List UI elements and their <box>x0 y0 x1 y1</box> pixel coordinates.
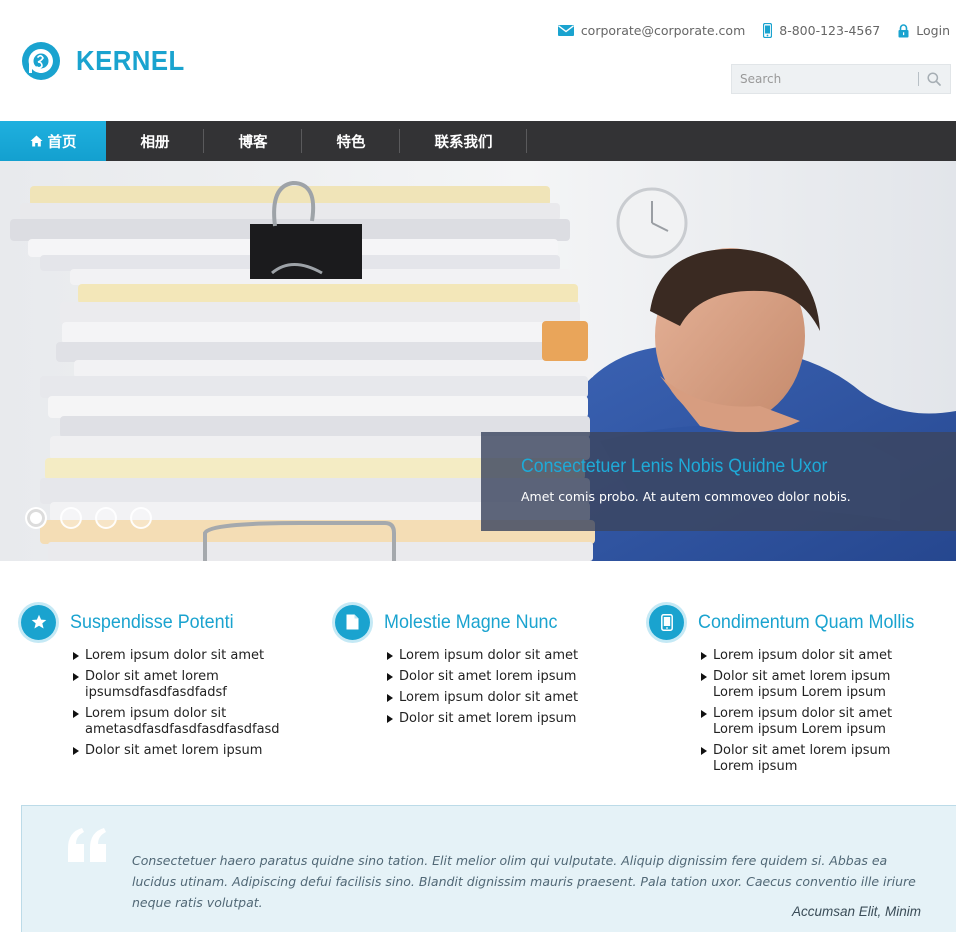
list-item[interactable]: Lorem ipsum dolor sit amet Lorem ipsum L… <box>701 706 931 738</box>
list-item[interactable]: Dolor sit amet lorem ipsumsdfasdfasdfads… <box>73 669 311 701</box>
feature-column-3: Condimentum Quam Mollis Lorem ipsum dolo… <box>649 604 939 780</box>
list-item[interactable]: Dolor sit amet lorem ipsum <box>73 743 311 759</box>
nav-item-contact[interactable]: 联系我们 <box>400 121 527 161</box>
feature-badge <box>335 604 370 640</box>
nav-item-blog[interactable]: 博客 <box>204 121 302 161</box>
email-link[interactable]: corporate@corporate.com <box>557 23 746 38</box>
envelope-icon <box>557 25 574 36</box>
list-item[interactable]: Lorem ipsum dolor sit amet <box>73 648 311 664</box>
feature-badge <box>649 604 684 640</box>
feature-column-1: Suspendisse Potenti Lorem ipsum dolor si… <box>21 604 311 764</box>
feature-title[interactable]: Suspendisse Potenti <box>70 611 234 634</box>
nav-label: 特色 <box>336 134 366 151</box>
feature-list: Lorem ipsum dolor sit amet Dolor sit ame… <box>73 648 311 759</box>
tablet-icon <box>660 613 673 631</box>
caption-title[interactable]: Consectetuer Lenis Nobis Quidne Uxor <box>521 456 827 478</box>
logo-mark-icon <box>22 42 60 80</box>
slide-dot-4[interactable] <box>130 507 152 529</box>
brand-name: KERNEL <box>76 45 185 76</box>
nav-label: 联系我们 <box>434 134 493 151</box>
list-item[interactable]: Dolor sit amet lorem ipsum Lorem ipsum L… <box>701 669 931 701</box>
caption-text: Amet comis probo. At autem commoveo dolo… <box>521 489 851 504</box>
slide-dot-2[interactable] <box>60 507 82 529</box>
document-icon <box>346 614 359 630</box>
search-icon <box>927 72 941 86</box>
feature-column-2: Molestie Magne Nunc Lorem ipsum dolor si… <box>335 604 625 732</box>
feature-header: Molestie Magne Nunc <box>335 604 625 640</box>
slider-pagination <box>25 507 165 529</box>
slide-caption: Consectetuer Lenis Nobis Quidne Uxor Ame… <box>481 432 956 531</box>
feature-header: Suspendisse Potenti <box>21 604 311 640</box>
login-text: Login <box>916 23 950 38</box>
search-button[interactable] <box>919 65 949 93</box>
nav-label: 博客 <box>238 134 268 151</box>
nav-item-home[interactable]: 首页 <box>0 121 106 161</box>
list-item[interactable]: Lorem ipsum dolor sit amet <box>701 648 931 664</box>
phone-link[interactable]: 8-800-123-4567 <box>763 23 880 38</box>
main-nav: 首页 相册 博客 特色 联系我们 <box>0 121 956 161</box>
lock-icon <box>898 23 909 37</box>
feature-title[interactable]: Molestie Magne Nunc <box>384 611 558 634</box>
home-icon <box>30 135 42 147</box>
search-input[interactable] <box>732 65 918 93</box>
nav-label: 相册 <box>140 134 170 151</box>
slide-dot-3[interactable] <box>95 507 117 529</box>
phone-text: 8-800-123-4567 <box>779 23 881 38</box>
feature-title[interactable]: Condimentum Quam Mollis <box>698 611 914 634</box>
testimonial-box: Consectetuer haero paratus quidne sino t… <box>21 805 956 932</box>
email-text: corporate@corporate.com <box>580 23 746 38</box>
list-item[interactable]: Lorem ipsum dolor sit amet <box>387 648 625 664</box>
nav-item-album[interactable]: 相册 <box>106 121 204 161</box>
quote-icon <box>68 828 106 862</box>
nav-label: 首页 <box>47 134 77 151</box>
contact-bar: corporate@corporate.com 8-800-123-4567 L… <box>540 23 950 38</box>
hero-slider[interactable]: Consectetuer Lenis Nobis Quidne Uxor Ame… <box>0 161 956 561</box>
list-item[interactable]: Lorem ipsum dolor sit amet <box>387 690 625 706</box>
feature-list: Lorem ipsum dolor sit amet Dolor sit ame… <box>701 648 931 775</box>
logo[interactable]: KERNEL <box>20 40 194 82</box>
list-item[interactable]: Lorem ipsum dolor sit ametasdfasdfasdfas… <box>73 706 311 738</box>
feature-header: Condimentum Quam Mollis <box>649 604 939 640</box>
list-item[interactable]: Dolor sit amet lorem ipsum <box>387 669 625 685</box>
site-header: KERNEL corporate@corporate.com 8-800-123… <box>0 0 956 121</box>
login-link[interactable]: Login <box>898 23 950 38</box>
list-item[interactable]: Dolor sit amet lorem ipsum <box>387 711 625 727</box>
slide-dot-1[interactable] <box>25 507 47 529</box>
nav-item-features[interactable]: 特色 <box>302 121 400 161</box>
feature-list: Lorem ipsum dolor sit amet Dolor sit ame… <box>387 648 625 727</box>
mobile-phone-icon <box>763 23 773 38</box>
star-icon <box>31 614 46 629</box>
feature-badge <box>21 604 56 640</box>
search-box <box>731 64 951 94</box>
testimonial-author: Accumsan Elit, Minim <box>791 904 921 919</box>
list-item[interactable]: Dolor sit amet lorem ipsum Lorem ipsum <box>701 743 931 775</box>
